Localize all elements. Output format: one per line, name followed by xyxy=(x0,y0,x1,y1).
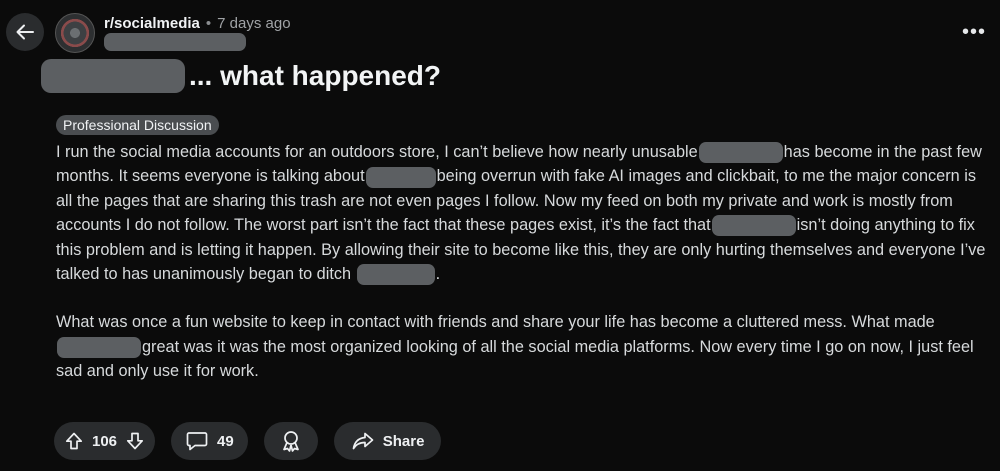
redacted-text xyxy=(365,166,436,188)
redacted-text xyxy=(57,337,141,359)
upvote-button[interactable] xyxy=(64,431,84,451)
more-options-icon: ••• xyxy=(961,21,986,43)
downvote-icon xyxy=(126,432,144,450)
body-paragraph-1: I run the social media accounts for an o… xyxy=(56,140,986,286)
redacted-text xyxy=(711,215,796,237)
comment-icon xyxy=(186,432,208,451)
subreddit-avatar[interactable] xyxy=(55,13,95,53)
share-button[interactable]: Share xyxy=(333,422,442,460)
share-label: Share xyxy=(382,432,425,450)
post-age: 7 days ago xyxy=(217,15,291,32)
post-meta: r/socialmedia • 7 days ago xyxy=(104,15,291,32)
post-flair[interactable]: Professional Discussion xyxy=(56,115,219,135)
comments-button[interactable]: 49 xyxy=(171,422,248,460)
comment-count: 49 xyxy=(217,432,234,450)
subreddit-name[interactable]: r/socialmedia xyxy=(104,15,200,32)
body-text-segment: great was it was the most organized look… xyxy=(56,337,974,381)
back-button[interactable] xyxy=(6,13,44,51)
post-body: I run the social media accounts for an o… xyxy=(56,140,986,384)
downvote-button[interactable] xyxy=(125,431,145,451)
body-text-segment: . xyxy=(435,265,441,284)
body-paragraph-2: What was once a fun website to keep in c… xyxy=(56,310,986,383)
body-text-segment: What was once a fun website to keep in c… xyxy=(56,313,935,332)
post-title: ... what happened? xyxy=(41,59,441,93)
share-icon xyxy=(352,432,374,450)
award-button[interactable] xyxy=(263,422,318,460)
vote-control: 106 xyxy=(54,422,156,460)
meta-separator: • xyxy=(205,15,212,32)
more-options-button[interactable]: ••• xyxy=(962,22,986,42)
upvote-icon xyxy=(65,432,83,450)
body-text-segment: I run the social media accounts for an o… xyxy=(56,143,698,161)
award-icon xyxy=(282,431,299,452)
username-redacted xyxy=(104,33,246,51)
title-redacted xyxy=(41,59,185,93)
vote-score: 106 xyxy=(92,432,118,450)
post-actions: 106 49 Share xyxy=(54,422,442,460)
arrow-left-icon xyxy=(16,24,34,40)
redacted-text xyxy=(698,142,783,164)
post-title-text: ... what happened? xyxy=(189,60,442,91)
redacted-text xyxy=(356,264,435,286)
